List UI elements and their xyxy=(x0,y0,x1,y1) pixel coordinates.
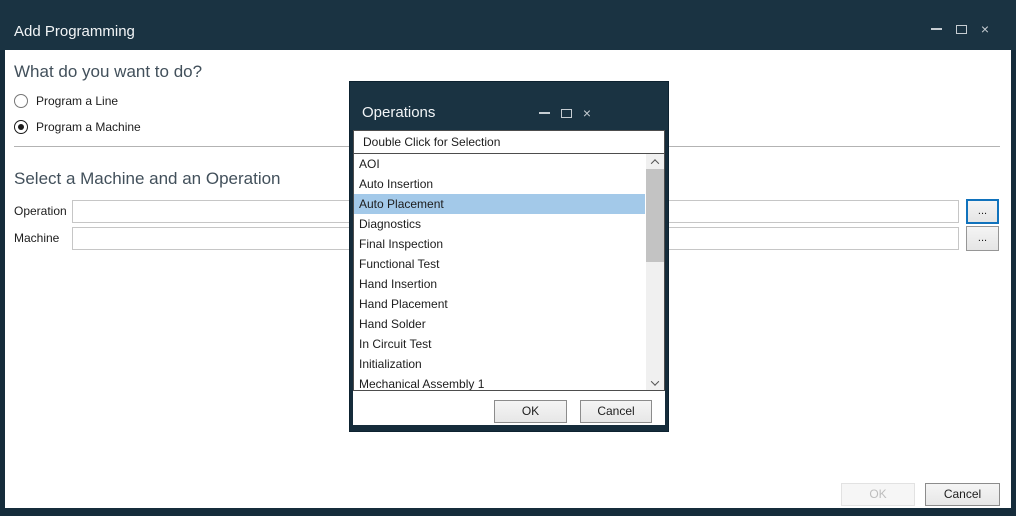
scroll-down-icon[interactable] xyxy=(646,375,664,390)
window-title: Add Programming xyxy=(14,23,135,40)
radio-circle-icon xyxy=(14,120,28,134)
operation-field-label: Operation xyxy=(14,199,67,224)
list-item[interactable]: Diagnostics xyxy=(354,214,645,234)
operation-browse-button[interactable]: ... xyxy=(966,199,999,224)
operations-titlebar: Operations × xyxy=(350,82,668,130)
list-item[interactable]: Hand Placement xyxy=(354,294,645,314)
list-item[interactable]: Hand Solder xyxy=(354,314,645,334)
radio-label: Program a Machine xyxy=(36,120,141,134)
picker-instruction: Double Click for Selection xyxy=(354,131,664,154)
close-icon[interactable]: × xyxy=(973,14,997,44)
machine-field-label: Machine xyxy=(14,226,59,251)
operations-list: AOIAuto InsertionAuto PlacementDiagnosti… xyxy=(354,154,664,390)
radio-circle-icon xyxy=(14,94,28,108)
list-item[interactable]: Final Inspection xyxy=(354,234,645,254)
minimize-icon[interactable] xyxy=(924,14,948,44)
select-heading: Select a Machine and an Operation xyxy=(14,169,281,189)
minimize-icon[interactable] xyxy=(534,102,554,124)
list-item[interactable]: Initialization xyxy=(354,354,645,374)
radio-program-a-line[interactable]: Program a Line xyxy=(14,94,118,108)
main-cancel-button[interactable]: Cancel xyxy=(925,483,1000,506)
list-item[interactable]: Auto Placement xyxy=(354,194,645,214)
operations-cancel-button[interactable]: Cancel xyxy=(580,400,652,423)
operations-ok-button[interactable]: OK xyxy=(494,400,567,423)
machine-browse-button[interactable]: ... xyxy=(966,226,999,251)
operations-picker: Double Click for Selection AOIAuto Inser… xyxy=(353,130,665,391)
maximize-icon[interactable] xyxy=(949,14,973,44)
list-item[interactable]: Auto Insertion xyxy=(354,174,645,194)
scroll-up-icon[interactable] xyxy=(646,154,664,169)
scrollbar[interactable] xyxy=(646,154,664,390)
radio-program-a-machine[interactable]: Program a Machine xyxy=(14,120,141,134)
list-item[interactable]: Hand Insertion xyxy=(354,274,645,294)
list-item[interactable]: Functional Test xyxy=(354,254,645,274)
main-titlebar: Add Programming × xyxy=(0,0,1016,50)
scrollbar-thumb[interactable] xyxy=(646,169,664,262)
list-item[interactable]: AOI xyxy=(354,154,645,174)
maximize-icon[interactable] xyxy=(556,102,576,124)
operations-title: Operations xyxy=(362,104,435,121)
radio-label: Program a Line xyxy=(36,94,118,108)
list-item[interactable]: In Circuit Test xyxy=(354,334,645,354)
close-icon[interactable]: × xyxy=(577,102,597,124)
operations-body: Double Click for Selection AOIAuto Inser… xyxy=(353,130,665,425)
operations-dialog: Operations × Double Click for Selection … xyxy=(350,82,668,431)
list-item[interactable]: Mechanical Assembly 1 xyxy=(354,374,645,390)
question-heading: What do you want to do? xyxy=(14,62,202,82)
main-ok-button[interactable]: OK xyxy=(841,483,915,506)
